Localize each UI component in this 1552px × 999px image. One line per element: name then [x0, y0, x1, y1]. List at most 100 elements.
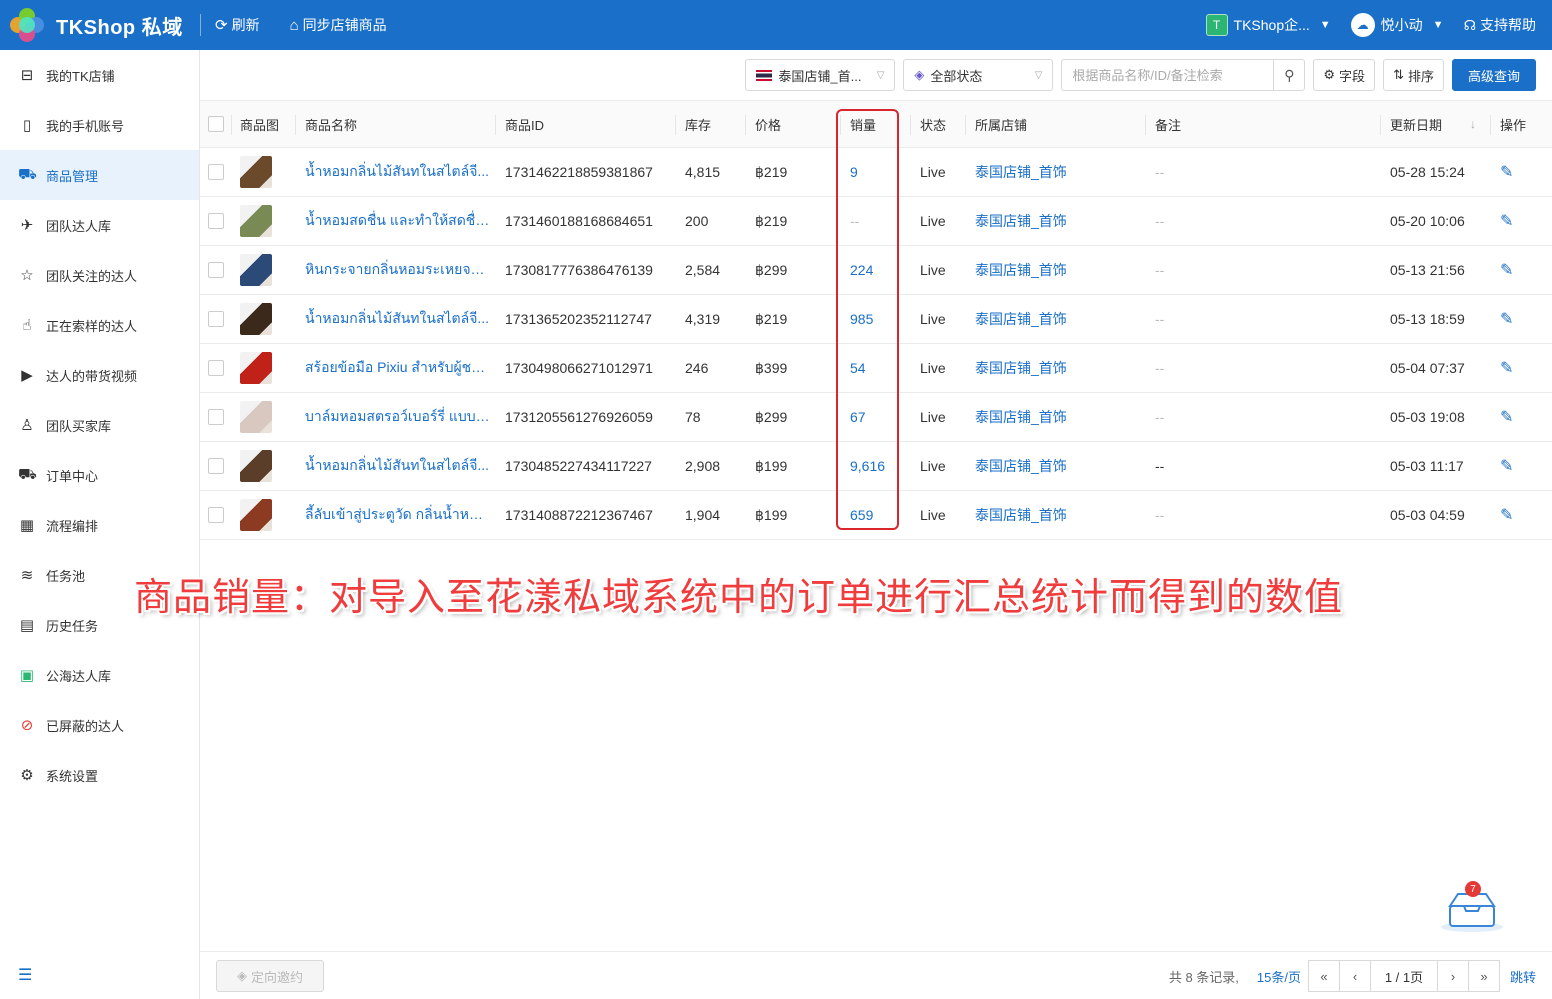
- sidebar-item-public-creators[interactable]: ▣ 公海达人库: [0, 650, 199, 700]
- page-size-select[interactable]: 15条/页: [1257, 967, 1301, 986]
- product-thumbnail[interactable]: [240, 156, 272, 188]
- sidebar-item-buyers[interactable]: ♙ 团队买家库: [0, 400, 199, 450]
- prev-page-button[interactable]: ‹: [1338, 960, 1371, 992]
- product-name-link[interactable]: น้ำหอมกลิ่นไม้สันทในสไตล์จี...: [305, 308, 490, 330]
- sidebar-item-sampling-creators[interactable]: ☝ 正在索样的达人: [0, 300, 199, 350]
- sort-down-icon[interactable]: ↓: [1470, 117, 1476, 131]
- sales-value[interactable]: 659: [850, 507, 873, 523]
- row-checkbox[interactable]: [208, 262, 224, 278]
- sales-value[interactable]: 224: [850, 262, 873, 278]
- help-button[interactable]: ☊ 支持帮助: [1464, 15, 1536, 35]
- status-select[interactable]: ◈ 全部状态 ▽: [903, 59, 1054, 91]
- table-row[interactable]: น้ำหอมสดชื่น และทำให้สดชื่น... 1731460188…: [200, 197, 1552, 246]
- edit-icon[interactable]: ✎: [1500, 407, 1513, 427]
- shop-link[interactable]: 泰国店铺_首饰: [975, 309, 1067, 329]
- row-checkbox[interactable]: [208, 213, 224, 229]
- edit-icon[interactable]: ✎: [1500, 260, 1513, 280]
- table-row[interactable]: น้ำหอมกลิ่นไม้สันทในสไตล์จี... 1731462218…: [200, 148, 1552, 197]
- shop-link[interactable]: 泰国店铺_首饰: [975, 358, 1067, 378]
- sidebar-item-followed-creators[interactable]: ☆ 团队关注的达人: [0, 250, 199, 300]
- stock-value: 246: [685, 360, 709, 376]
- product-name-link[interactable]: หินกระจายกลิ่นหอมระเหยจาก...: [305, 259, 490, 281]
- column-header-name: 商品名称: [305, 117, 358, 133]
- row-checkbox[interactable]: [208, 409, 224, 425]
- row-checkbox-cell: [208, 393, 224, 441]
- product-thumbnail[interactable]: [240, 499, 272, 531]
- product-thumbnail[interactable]: [240, 303, 272, 335]
- table-row[interactable]: สร้อยข้อมือ Pixiu สำหรับผู้ชา... 17304980…: [200, 344, 1552, 393]
- table-row[interactable]: ลี้ลับเข้าสู่ประตูวัด กลิ่นน้ำหอม... 1731…: [200, 491, 1552, 540]
- product-name-link[interactable]: ลี้ลับเข้าสู่ประตูวัด กลิ่นน้ำหอม...: [305, 504, 490, 526]
- sidebar-item-blocked-creators[interactable]: ⊘ 已屏蔽的达人: [0, 700, 199, 750]
- advanced-search-button[interactable]: 高级查询: [1451, 59, 1536, 91]
- search-input[interactable]: [1061, 59, 1274, 91]
- row-checkbox[interactable]: [208, 360, 224, 376]
- product-thumbnail[interactable]: [240, 450, 272, 482]
- sales-value[interactable]: 985: [850, 311, 873, 327]
- sales-value[interactable]: 9,616: [850, 458, 885, 474]
- fields-button[interactable]: ⚙ 字段: [1313, 59, 1376, 91]
- product-thumbnail[interactable]: [240, 254, 272, 286]
- shop-link[interactable]: 泰国店铺_首饰: [975, 162, 1067, 182]
- page-indicator[interactable]: 1 / 1页: [1369, 960, 1438, 992]
- row-checkbox[interactable]: [208, 311, 224, 327]
- sidebar-item-creator-videos[interactable]: ▶ 达人的带货视频: [0, 350, 199, 400]
- product-name-link[interactable]: สร้อยข้อมือ Pixiu สำหรับผู้ชา...: [305, 357, 490, 379]
- edit-icon[interactable]: ✎: [1500, 505, 1513, 525]
- targeted-invite-button[interactable]: ◈ 定向邀约: [216, 960, 324, 992]
- product-thumbnail[interactable]: [240, 401, 272, 433]
- table-row[interactable]: น้ำหอมกลิ่นไม้สันทในสไตล์จี... 1731365202…: [200, 295, 1552, 344]
- shop-link[interactable]: 泰国店铺_首饰: [975, 211, 1067, 231]
- product-thumbnail[interactable]: [240, 352, 272, 384]
- shop-select[interactable]: 泰国店铺_首... ▽: [745, 59, 896, 91]
- product-name-link[interactable]: บาล์มหอมสตรอว์เบอร์รี่ แบบแ...: [305, 406, 490, 428]
- shop-link[interactable]: 泰国店铺_首饰: [975, 407, 1067, 427]
- row-checkbox[interactable]: [208, 164, 224, 180]
- shop-link[interactable]: 泰国店铺_首饰: [975, 456, 1067, 476]
- sidebar-item-orders[interactable]: ⛟ 订单中心: [0, 450, 199, 500]
- sidebar-item-products[interactable]: ⛟ 商品管理: [0, 150, 199, 200]
- refresh-button[interactable]: ⟳ 刷新: [215, 15, 260, 35]
- next-page-button[interactable]: ›: [1436, 960, 1469, 992]
- sidebar-item-phone-accounts[interactable]: ▯ 我的手机账号: [0, 100, 199, 150]
- row-checkbox[interactable]: [208, 458, 224, 474]
- product-thumbnail[interactable]: [240, 205, 272, 237]
- stock-value: 4,815: [685, 164, 721, 180]
- product-name-link[interactable]: น้ำหอมสดชื่น และทำให้สดชื่น...: [305, 210, 490, 232]
- sales-value[interactable]: 67: [850, 409, 866, 425]
- table-row[interactable]: น้ำหอมกลิ่นไม้สันทในสไตล์จี... 1730485227…: [200, 442, 1552, 491]
- sort-button[interactable]: ⇅ 排序: [1383, 59, 1444, 91]
- shop-link[interactable]: 泰国店铺_首饰: [975, 505, 1067, 525]
- collapse-menu-icon[interactable]: ☰: [18, 965, 32, 985]
- sidebar-item-label: 达人的带货视频: [46, 368, 138, 384]
- edit-icon[interactable]: ✎: [1500, 358, 1513, 378]
- edit-icon[interactable]: ✎: [1500, 162, 1513, 182]
- app-logo[interactable]: TKShop 私域: [0, 6, 200, 44]
- table-row[interactable]: หินกระจายกลิ่นหอมระเหยจาก... 173081777638…: [200, 246, 1552, 295]
- message-box-button[interactable]: 7: [1438, 878, 1508, 938]
- product-name-link[interactable]: น้ำหอมกลิ่นไม้สันทในสไตล์จี...: [305, 455, 490, 477]
- jump-button[interactable]: 跳转: [1510, 967, 1536, 986]
- sidebar-item-creator-library[interactable]: ✈ 团队达人库: [0, 200, 199, 250]
- sales-value[interactable]: 9: [850, 164, 858, 180]
- select-all-checkbox[interactable]: [208, 116, 224, 132]
- gear-icon: ⚙: [1323, 67, 1336, 82]
- sidebar-item-workflow[interactable]: ▦ 流程编排: [0, 500, 199, 550]
- product-name-link[interactable]: น้ำหอมกลิ่นไม้สันทในสไตล์จี...: [305, 161, 490, 183]
- row-checkbox[interactable]: [208, 507, 224, 523]
- table-row[interactable]: บาล์มหอมสตรอว์เบอร์รี่ แบบแ... 1731205561…: [200, 393, 1552, 442]
- edit-icon[interactable]: ✎: [1500, 309, 1513, 329]
- edit-icon[interactable]: ✎: [1500, 211, 1513, 231]
- column-header-updated[interactable]: 更新日期 ↓: [1390, 101, 1476, 147]
- first-page-button[interactable]: «: [1307, 960, 1340, 992]
- sidebar-item-settings[interactable]: ⚙ 系统设置: [0, 750, 199, 800]
- search-button[interactable]: ⚲: [1273, 59, 1306, 91]
- sync-products-button[interactable]: ⌂ 同步店铺商品: [290, 15, 387, 35]
- workspace-switcher[interactable]: T TKShop企... ▼: [1205, 14, 1331, 36]
- sidebar-item-tk-shops[interactable]: ⊟ 我的TK店铺: [0, 50, 199, 100]
- edit-icon[interactable]: ✎: [1500, 456, 1513, 476]
- sales-value[interactable]: 54: [850, 360, 866, 376]
- last-page-button[interactable]: »: [1467, 960, 1500, 992]
- shop-link[interactable]: 泰国店铺_首饰: [975, 260, 1067, 280]
- user-menu[interactable]: ☁ 悦小动 ▼: [1350, 13, 1444, 37]
